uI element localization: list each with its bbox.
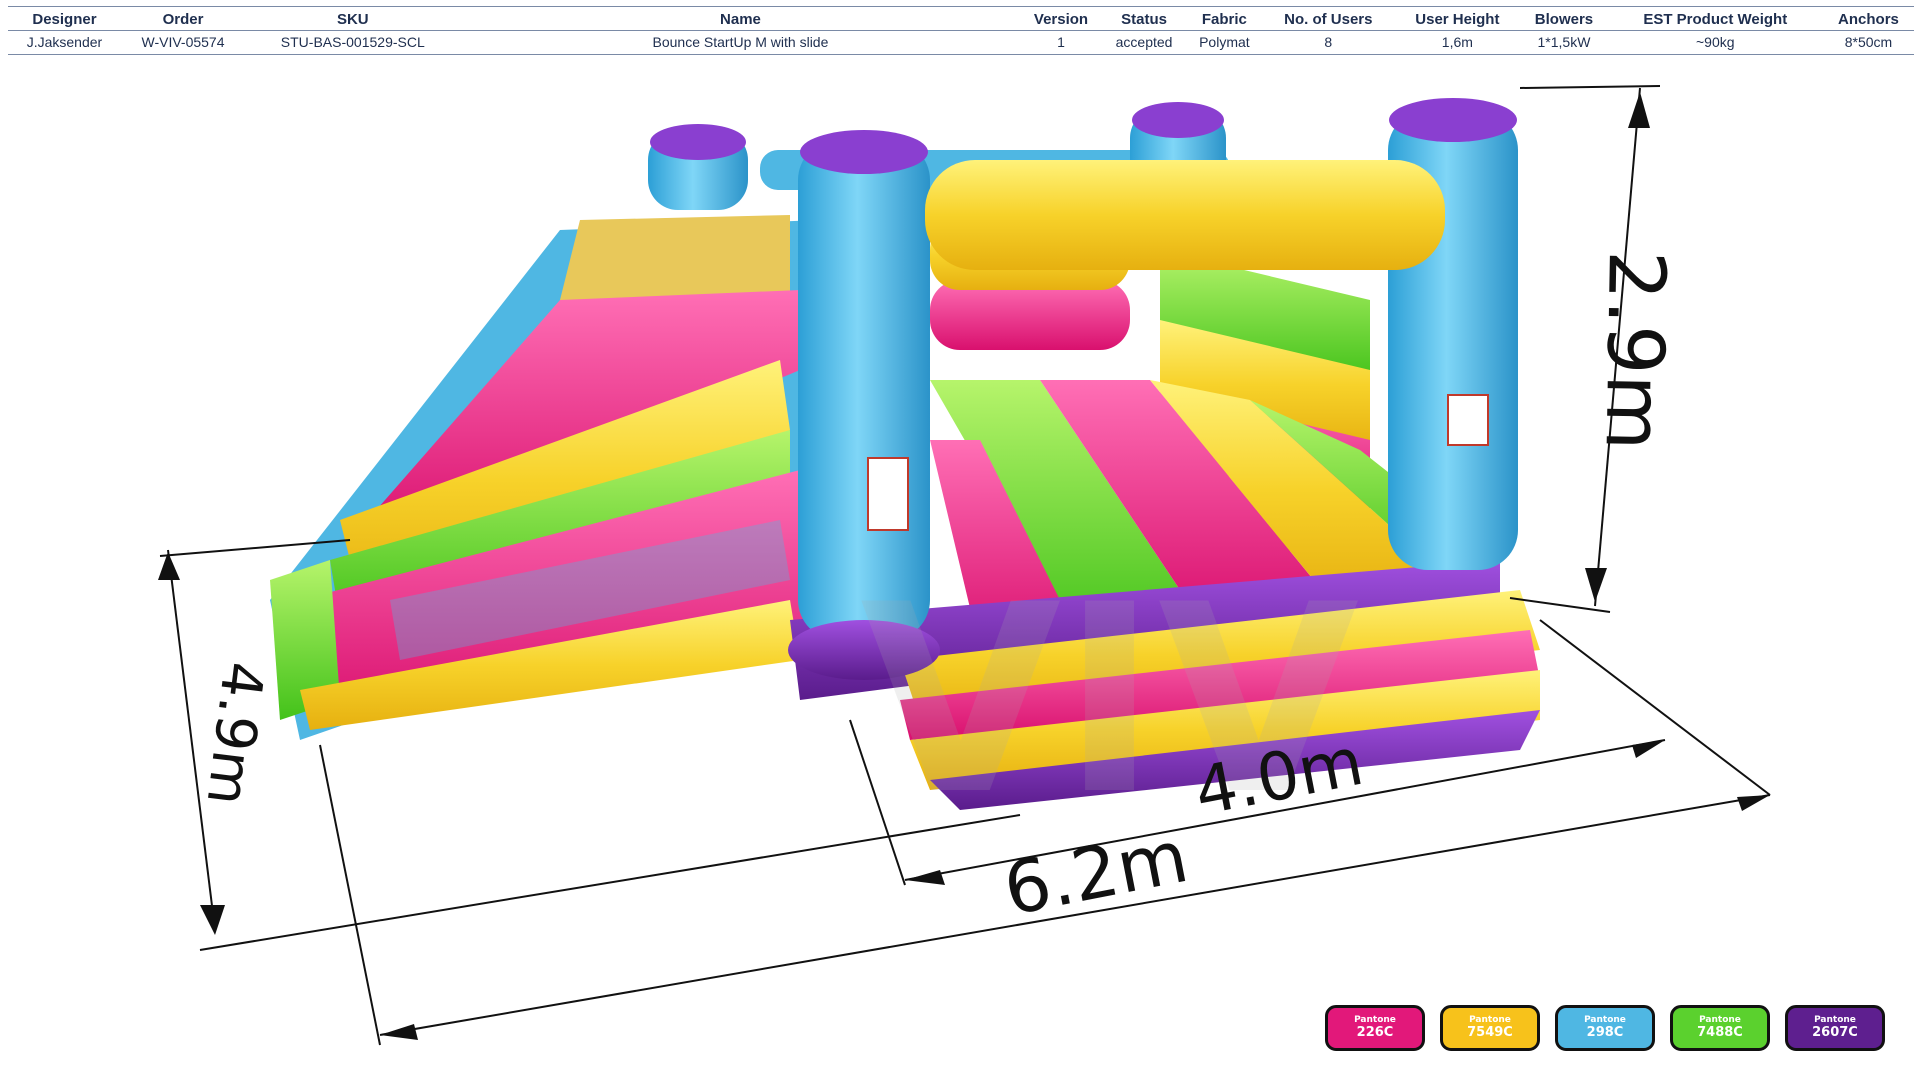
swatch-brand: Pantone <box>1584 1015 1626 1025</box>
swatch-7549c: Pantone 7549C <box>1440 1005 1540 1051</box>
swatch-brand: Pantone <box>1354 1015 1396 1025</box>
dim-height-label: 2.9m <box>1588 250 1681 452</box>
swatch-code: 298C <box>1586 1025 1624 1040</box>
swatch-7488c: Pantone 7488C <box>1670 1005 1770 1051</box>
swatch-2607c: Pantone 2607C <box>1785 1005 1885 1051</box>
swatch-298c: Pantone 298C <box>1555 1005 1655 1051</box>
swatch-code: 226C <box>1356 1025 1394 1040</box>
swatch-brand: Pantone <box>1814 1015 1856 1025</box>
top-beam <box>925 160 1445 270</box>
product-render: VIV 2.9m 4.9m 4.0m 6.2m <box>158 85 1771 1046</box>
dim-width-label: 4.9m <box>194 658 276 808</box>
swatch-226c: Pantone 226C <box>1325 1005 1425 1051</box>
swatch-brand: Pantone <box>1469 1015 1511 1025</box>
swatch-code: 7549C <box>1467 1025 1513 1040</box>
swatch-code: 7488C <box>1697 1025 1743 1040</box>
swatch-brand: Pantone <box>1699 1015 1741 1025</box>
slide <box>270 215 820 740</box>
tower-back-left <box>648 124 748 210</box>
swatch-code: 2607C <box>1812 1025 1858 1040</box>
